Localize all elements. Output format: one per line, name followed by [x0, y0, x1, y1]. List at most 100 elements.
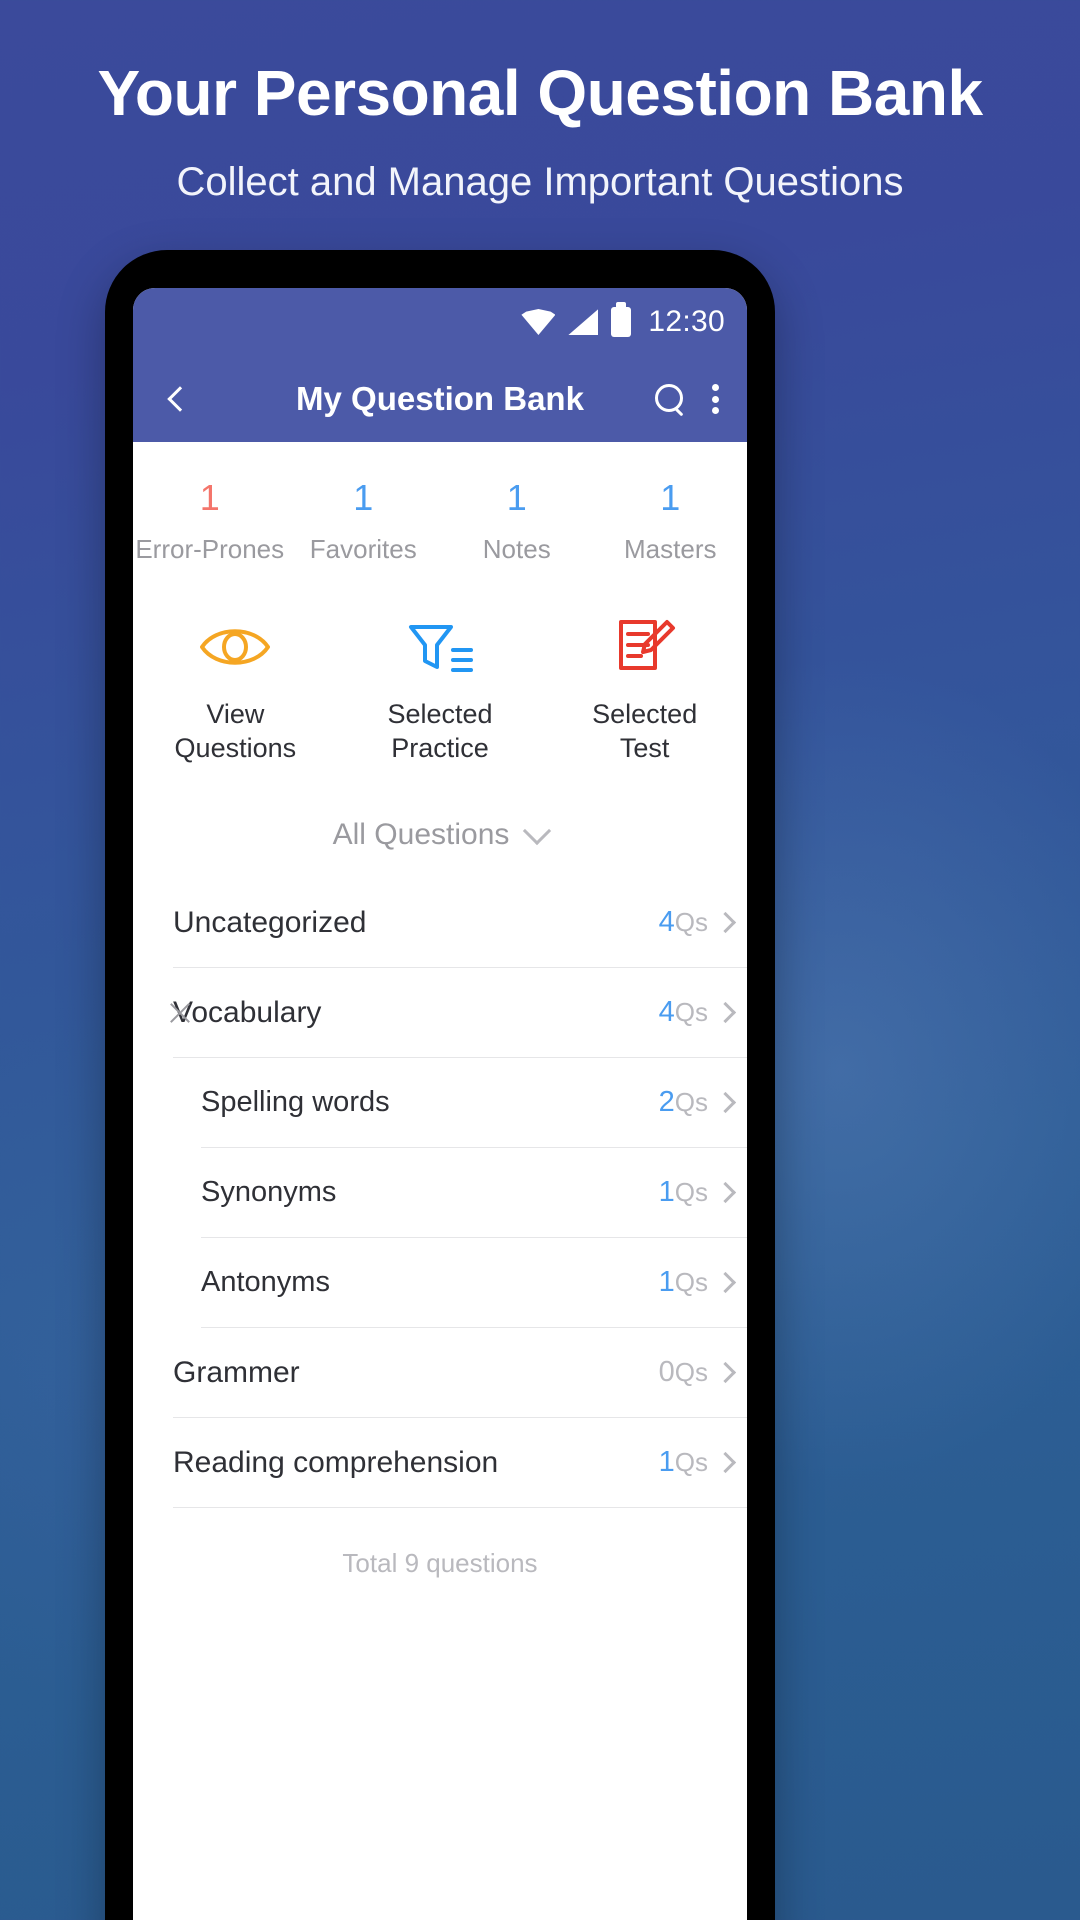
count-unit: Qs	[674, 1087, 708, 1118]
test-paper-icon	[613, 613, 677, 681]
count-number: 4	[658, 996, 675, 1029]
category-name: Grammer	[173, 1355, 300, 1389]
chevron-right-icon	[714, 1002, 737, 1024]
stats-row: 1 Error-Prones 1 Favorites 1 Notes 1 Mas…	[133, 442, 747, 587]
action-label: Selected Test	[592, 697, 697, 766]
table-row[interactable]: Uncategorized 4Qs	[133, 878, 747, 968]
questions-filter-dropdown[interactable]: All Questions	[133, 799, 747, 878]
category-count: 0Qs	[659, 1356, 708, 1389]
chevron-down-icon	[523, 816, 552, 845]
count-number: 1	[658, 1266, 675, 1299]
count-number: 4	[658, 906, 675, 939]
action-selected-practice[interactable]: Selected Practice	[338, 613, 543, 766]
action-label-line2: Practice	[391, 733, 489, 764]
chevron-right-icon	[714, 1362, 737, 1384]
phone-mockup-frame: 12:30 My Question Bank 1 Error-Prones 1 …	[105, 250, 775, 1920]
category-name: Spelling words	[201, 1086, 390, 1119]
signal-icon	[568, 309, 599, 335]
category-name: Antonyms	[201, 1266, 330, 1299]
category-count: 1Qs	[659, 1266, 708, 1299]
eye-icon	[198, 613, 272, 681]
stat-label: Notes	[482, 533, 551, 564]
action-label-line2: Test	[619, 733, 670, 764]
phone-screen: 12:30 My Question Bank 1 Error-Prones 1 …	[133, 288, 747, 1920]
app-bar-actions	[655, 384, 723, 414]
battery-icon	[611, 302, 632, 337]
stat-value: 1	[660, 477, 681, 518]
action-selected-test[interactable]: Selected Test	[542, 613, 747, 766]
count-unit: Qs	[674, 907, 708, 938]
page-title: Your Personal Question Bank	[97, 57, 983, 129]
category-count-group: 4Qs	[659, 996, 747, 1029]
category-count: 2Qs	[659, 1086, 708, 1119]
stat-error-prones[interactable]: 1 Error-Prones	[133, 478, 287, 565]
action-label: Selected Practice	[387, 697, 492, 766]
action-label-line1: Selected	[592, 698, 698, 729]
category-list: Uncategorized 4Qs Vocabulary 4Qs Spellin…	[133, 877, 747, 1508]
category-name: Uncategorized	[173, 905, 367, 939]
chevron-right-icon	[714, 912, 737, 934]
filter-label: All Questions	[332, 817, 510, 851]
category-count-group: 1Qs	[659, 1266, 747, 1299]
category-count: 4Qs	[659, 996, 708, 1029]
stat-favorites[interactable]: 1 Favorites	[287, 478, 441, 565]
status-bar: 12:30	[133, 288, 747, 356]
count-number: 0	[658, 1356, 675, 1389]
funnel-icon	[405, 613, 475, 681]
promo-header: Your Personal Question Bank Collect and …	[0, 0, 1080, 206]
action-label-line1: Selected	[387, 698, 493, 729]
app-bar: My Question Bank	[133, 356, 747, 442]
chevron-left-icon	[167, 386, 193, 412]
stat-label: Favorites	[309, 533, 417, 564]
category-name: Synonyms	[201, 1176, 337, 1209]
table-row[interactable]: Synonyms 1Qs	[133, 1148, 747, 1238]
table-row[interactable]: Spelling words 2Qs	[133, 1058, 747, 1148]
count-unit: Qs	[674, 1357, 708, 1388]
stat-value: 1	[353, 477, 374, 518]
search-icon[interactable]	[655, 384, 685, 414]
chevron-right-icon	[714, 1272, 737, 1294]
count-number: 1	[658, 1446, 675, 1479]
category-count-group: 1Qs	[659, 1176, 747, 1209]
wifi-icon	[521, 309, 555, 335]
stat-value: 1	[506, 477, 527, 518]
chevron-right-icon	[714, 1092, 737, 1114]
action-label-line1: View	[206, 698, 265, 729]
table-row[interactable]: Antonyms 1Qs	[133, 1238, 747, 1328]
category-name: Reading comprehension	[173, 1445, 499, 1479]
category-count-group: 4Qs	[659, 906, 747, 939]
chevron-right-icon	[714, 1182, 737, 1204]
back-button[interactable]	[157, 376, 203, 422]
page-subtitle: Collect and Manage Important Questions	[176, 159, 904, 204]
count-unit: Qs	[674, 997, 708, 1028]
stat-value: 1	[199, 477, 220, 518]
more-vertical-icon[interactable]	[711, 384, 719, 414]
category-count: 1Qs	[659, 1446, 708, 1479]
table-row[interactable]: Grammer 0Qs	[133, 1328, 747, 1418]
category-count-group: 2Qs	[659, 1086, 747, 1119]
category-count-group: 0Qs	[659, 1356, 747, 1389]
count-unit: Qs	[674, 1267, 708, 1298]
chevron-right-icon	[714, 1452, 737, 1474]
stat-label: Error-Prones	[135, 533, 285, 564]
action-shortcuts-row: View Questions Selected Practice Selecte…	[133, 586, 747, 800]
count-number: 2	[658, 1086, 675, 1119]
action-label-line2: Questions	[174, 733, 297, 764]
count-number: 1	[658, 1176, 675, 1209]
row-divider	[173, 1506, 747, 1508]
category-count: 4Qs	[659, 906, 708, 939]
action-view-questions[interactable]: View Questions	[133, 613, 338, 766]
count-unit: Qs	[674, 1177, 708, 1208]
action-label: View Questions	[175, 697, 297, 766]
stat-notes[interactable]: 1 Notes	[440, 478, 594, 565]
collapse-icon[interactable]	[167, 1000, 193, 1026]
table-row[interactable]: Vocabulary 4Qs	[133, 968, 747, 1058]
status-bar-clock: 12:30	[648, 305, 725, 338]
table-row[interactable]: Reading comprehension 1Qs	[133, 1418, 747, 1508]
stat-masters[interactable]: 1 Masters	[594, 478, 748, 565]
count-unit: Qs	[674, 1447, 708, 1478]
stat-label: Masters	[624, 533, 717, 564]
category-count-group: 1Qs	[659, 1446, 747, 1479]
total-questions-label: Total 9 questions	[133, 1507, 747, 1579]
category-name: Vocabulary	[173, 995, 322, 1029]
